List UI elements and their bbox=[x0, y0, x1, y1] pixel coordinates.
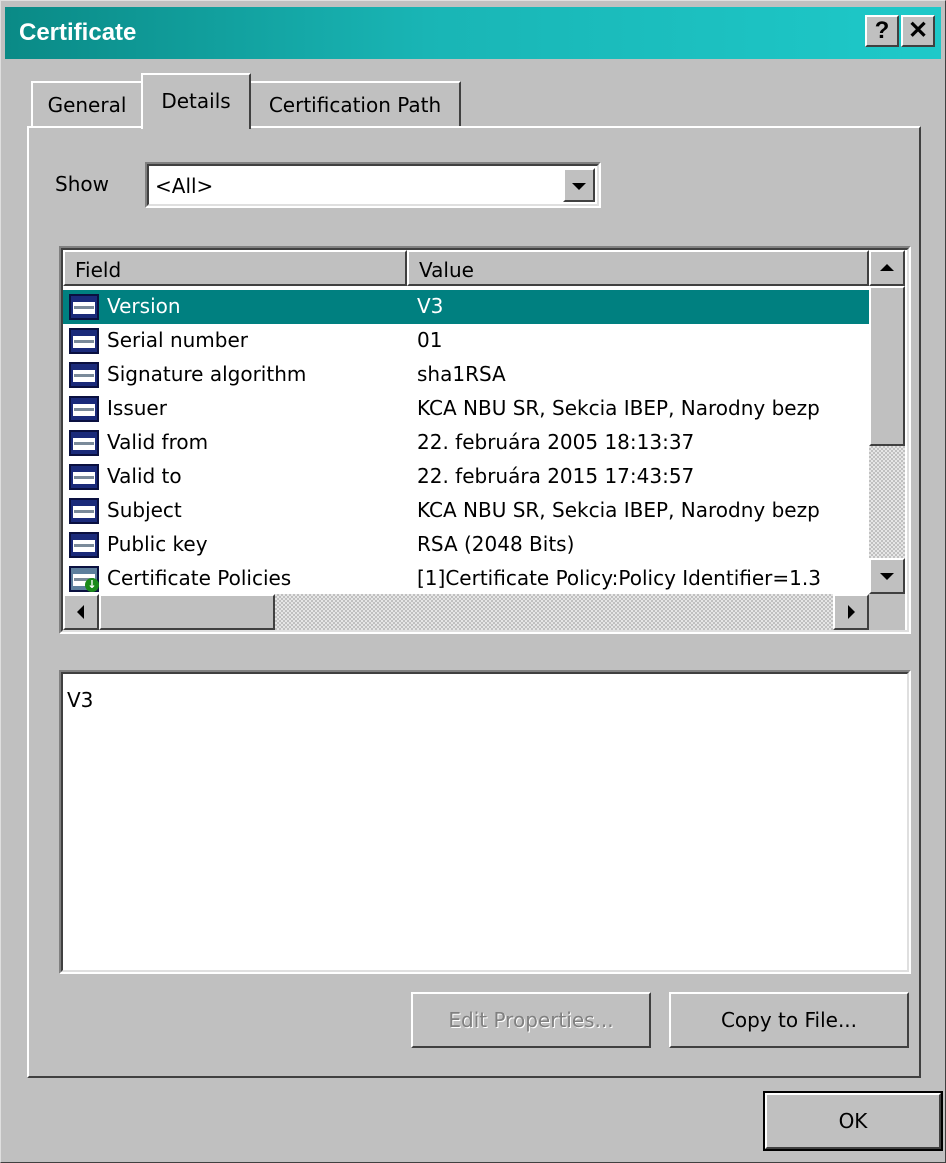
list-item[interactable]: Signature algorithm sha1RSA bbox=[63, 358, 869, 392]
certificate-field-icon bbox=[69, 362, 99, 388]
scroll-down-button[interactable] bbox=[869, 558, 905, 594]
dropdown-arrow-button[interactable] bbox=[563, 168, 595, 202]
list-item[interactable]: Version V3 bbox=[63, 290, 869, 324]
certificate-dialog: Certificate ? ✕ General Details Certific… bbox=[0, 0, 946, 1163]
tab-details[interactable]: Details bbox=[141, 73, 251, 129]
edit-properties-label: Edit Properties... bbox=[448, 1008, 614, 1032]
list-item[interactable]: ↓ Certificate Policies [1]Certificate Poli… bbox=[63, 562, 869, 596]
horizontal-scroll-thumb[interactable] bbox=[99, 594, 275, 630]
field-value: 22. februára 2005 18:13:37 bbox=[417, 430, 695, 454]
field-name: Subject bbox=[107, 498, 182, 522]
arrow-left-icon bbox=[77, 605, 84, 619]
field-name: Certificate Policies bbox=[107, 566, 292, 590]
column-header-field[interactable]: Field bbox=[63, 250, 407, 286]
certificate-field-icon bbox=[69, 328, 99, 354]
scrollbar-corner bbox=[869, 594, 905, 630]
help-icon: ? bbox=[874, 17, 890, 44]
certificate-field-icon bbox=[69, 430, 99, 456]
tab-certification-path[interactable]: Certification Path bbox=[249, 81, 461, 127]
arrow-up-icon bbox=[880, 264, 894, 271]
details-panel: Show <All> Field Value Version V3 Serial n… bbox=[27, 126, 921, 1078]
field-name: Signature algorithm bbox=[107, 362, 307, 386]
tab-certification-path-label: Certification Path bbox=[268, 93, 442, 117]
column-header-value-label: Value bbox=[419, 258, 474, 282]
title-bar[interactable]: Certificate ? ✕ bbox=[5, 7, 941, 59]
list-item[interactable]: Valid from 22. februára 2005 18:13:37 bbox=[63, 426, 869, 460]
field-value: [1]Certificate Policy:Policy Identifier=… bbox=[417, 566, 821, 590]
copy-to-file-button[interactable]: Copy to File... bbox=[669, 992, 909, 1048]
column-header-value[interactable]: Value bbox=[407, 250, 869, 286]
field-value: KCA NBU SR, Sekcia IBEP, Narodny bezp bbox=[417, 498, 820, 522]
list-item[interactable]: Issuer KCA NBU SR, Sekcia IBEP, Narodny b… bbox=[63, 392, 869, 426]
tab-general-label: General bbox=[47, 93, 127, 117]
field-value: 22. februára 2015 17:43:57 bbox=[417, 464, 695, 488]
list-item[interactable]: Subject KCA NBU SR, Sekcia IBEP, Narodny … bbox=[63, 494, 869, 528]
tab-general[interactable]: General bbox=[31, 81, 143, 127]
certificate-field-icon bbox=[69, 464, 99, 490]
scroll-right-button[interactable] bbox=[833, 594, 869, 630]
field-name: Public key bbox=[107, 532, 208, 556]
field-value: V3 bbox=[417, 294, 444, 318]
close-button[interactable]: ✕ bbox=[901, 15, 935, 47]
vertical-scrollbar[interactable] bbox=[869, 250, 905, 594]
field-value: sha1RSA bbox=[417, 362, 506, 386]
certificate-field-icon bbox=[69, 498, 99, 524]
scroll-left-button[interactable] bbox=[63, 594, 99, 630]
horizontal-scrollbar[interactable] bbox=[63, 594, 869, 630]
arrow-right-icon bbox=[848, 605, 855, 619]
help-button[interactable]: ? bbox=[865, 15, 899, 47]
tab-details-label: Details bbox=[161, 89, 231, 113]
show-dropdown-value: <All> bbox=[155, 174, 214, 198]
list-item[interactable]: Valid to 22. februára 2015 17:43:57 bbox=[63, 460, 869, 494]
field-value: KCA NBU SR, Sekcia IBEP, Narodny bezp bbox=[417, 396, 820, 420]
field-value: 01 bbox=[417, 328, 443, 352]
value-detail-box[interactable]: V3 bbox=[59, 670, 911, 974]
field-name: Issuer bbox=[107, 396, 167, 420]
ok-button[interactable]: OK bbox=[763, 1091, 943, 1151]
fields-list[interactable]: Field Value Version V3 Serial number 01 Sign… bbox=[59, 246, 911, 634]
field-name: Version bbox=[107, 294, 181, 318]
scroll-up-button[interactable] bbox=[869, 250, 905, 286]
certificate-field-icon bbox=[69, 532, 99, 558]
edit-properties-button[interactable]: Edit Properties... bbox=[411, 992, 651, 1048]
value-detail-text: V3 bbox=[67, 688, 94, 712]
copy-to-file-label: Copy to File... bbox=[720, 1008, 858, 1032]
close-icon: ✕ bbox=[907, 17, 929, 44]
ok-label: OK bbox=[838, 1109, 868, 1133]
certificate-extension-icon: ↓ bbox=[69, 566, 99, 592]
field-value: RSA (2048 Bits) bbox=[417, 532, 575, 556]
show-label: Show bbox=[55, 172, 109, 196]
certificate-field-icon bbox=[69, 396, 99, 422]
vertical-scroll-thumb[interactable] bbox=[869, 286, 905, 446]
list-item[interactable]: Public key RSA (2048 Bits) bbox=[63, 528, 869, 562]
field-name: Valid to bbox=[107, 464, 182, 488]
arrow-down-icon bbox=[880, 573, 894, 580]
chevron-down-icon bbox=[572, 183, 586, 190]
field-name: Valid from bbox=[107, 430, 209, 454]
certificate-field-icon bbox=[69, 294, 99, 320]
window-title: Certificate bbox=[19, 19, 137, 46]
show-dropdown[interactable]: <All> bbox=[145, 162, 601, 208]
field-name: Serial number bbox=[107, 328, 249, 352]
column-header-field-label: Field bbox=[75, 258, 122, 282]
list-item[interactable]: Serial number 01 bbox=[63, 324, 869, 358]
